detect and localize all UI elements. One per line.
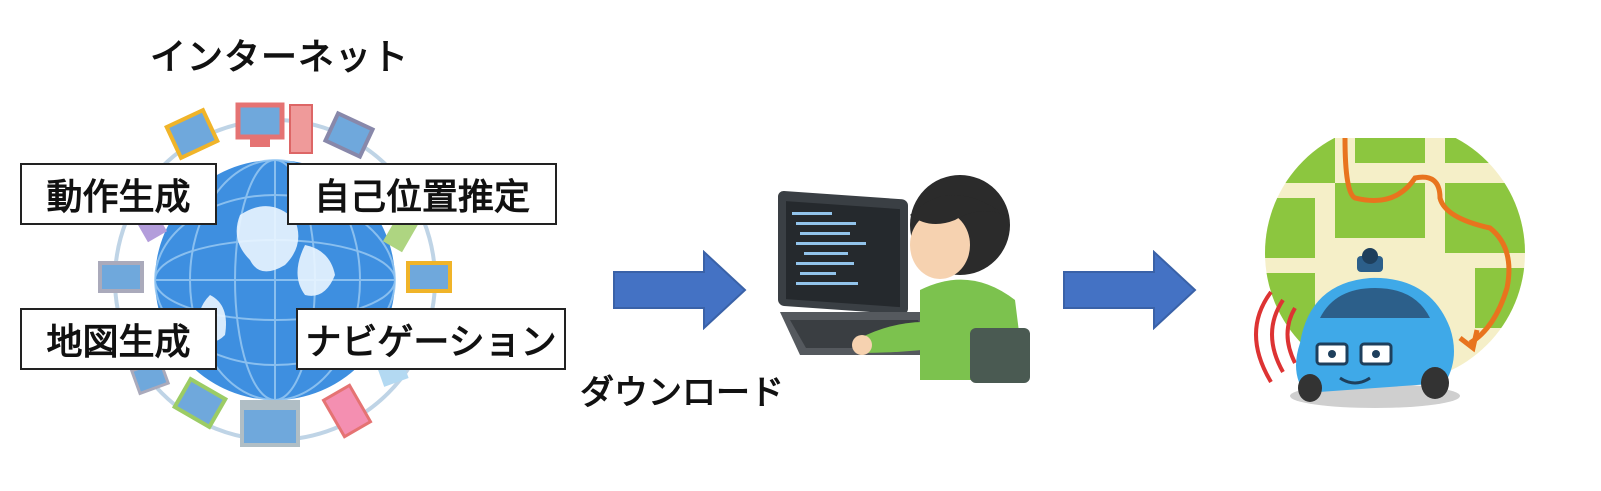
download-label: ダウンロード (580, 373, 784, 413)
feature-self-localization: 自己位置推定 (287, 163, 557, 225)
internet-title: インターネット (150, 37, 410, 78)
globe-network-icon (98, 102, 452, 447)
right-arrow-icon-2 (1063, 250, 1197, 330)
programmer-laptop-icon (778, 175, 1030, 383)
feature-map-generation: 地図生成 (20, 308, 217, 370)
autonomous-car-map-icon (1254, 138, 1525, 408)
feature-motion-generation: 動作生成 (20, 163, 217, 225)
feature-navigation: ナビゲーション (296, 308, 566, 370)
right-arrow-icon (613, 250, 747, 330)
